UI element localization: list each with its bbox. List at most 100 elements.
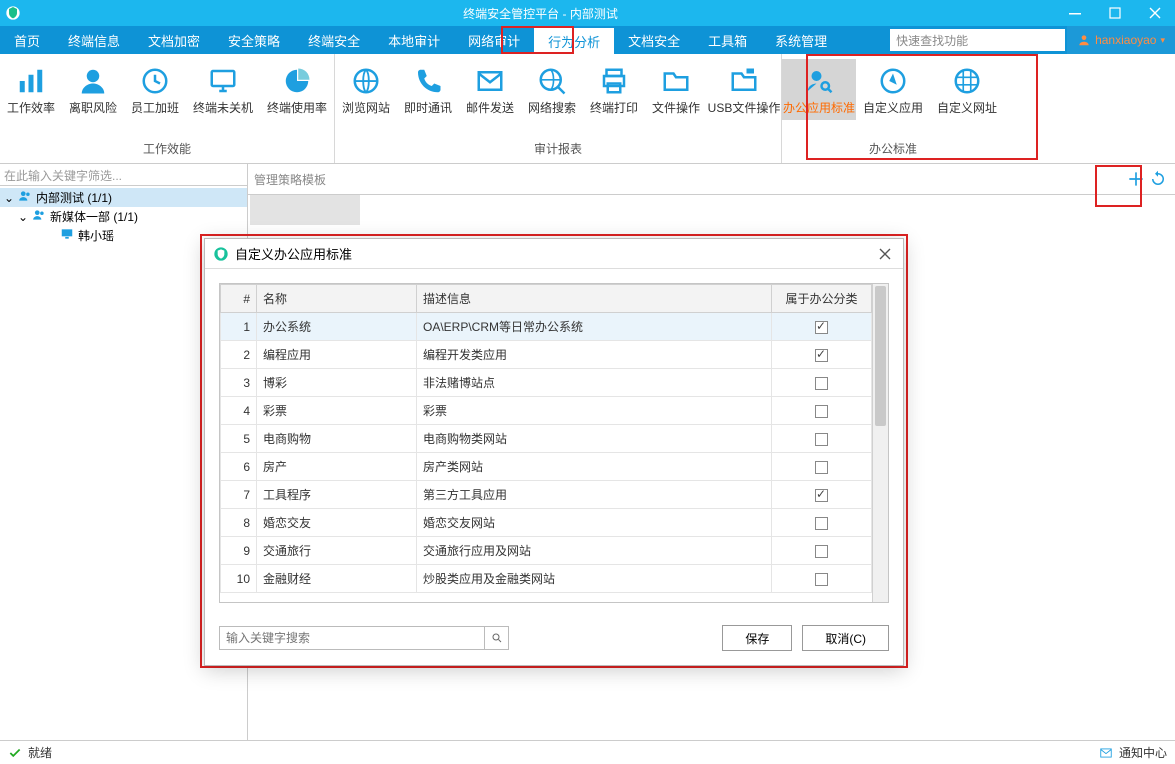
menu-安全策略[interactable]: 安全策略	[214, 26, 294, 54]
ribbon-离职风险[interactable]: 离职风险	[62, 59, 124, 120]
table-row[interactable]: 8婚恋交友婚恋交友网站	[221, 509, 872, 537]
mail-icon	[459, 63, 521, 99]
table-row[interactable]: 3博彩非法赌博站点	[221, 369, 872, 397]
global-search-input[interactable]: 快速查找功能	[890, 29, 1065, 51]
pie-chart-icon	[260, 63, 334, 99]
ribbon-终端打印[interactable]: 终端打印	[583, 59, 645, 120]
menu-工具箱[interactable]: 工具箱	[694, 26, 761, 54]
compass-icon	[856, 63, 930, 99]
folder-icon	[645, 63, 707, 99]
ribbon-办公应用标准[interactable]: 办公应用标准	[782, 59, 856, 120]
search-icon[interactable]	[484, 627, 508, 649]
menu-系统管理[interactable]: 系统管理	[761, 26, 841, 54]
bar-chart-icon	[0, 63, 62, 99]
close-button[interactable]	[1135, 0, 1175, 26]
ribbon: 工作效率离职风险员工加班终端未关机终端使用率工作效能浏览网站即时通讯邮件发送网络…	[0, 54, 1175, 164]
check-icon	[8, 746, 22, 760]
tree-node[interactable]: ⌄新媒体一部 (1/1)	[0, 207, 247, 226]
custom-office-standard-dialog: 自定义办公应用标准 # 名称 描述信息 属于办公分类 1办公系统OA\ERP\C…	[204, 238, 904, 666]
menubar: 首页终端信息文档加密安全策略终端安全本地审计网络审计行为分析文档安全工具箱系统管…	[0, 26, 1175, 54]
window-title: 终端安全管控平台 - 内部测试	[26, 5, 1055, 22]
ribbon-邮件发送[interactable]: 邮件发送	[459, 59, 521, 120]
col-desc[interactable]: 描述信息	[417, 285, 772, 313]
template-block[interactable]	[250, 195, 360, 225]
globe-search-icon	[521, 63, 583, 99]
monitor-icon	[186, 63, 260, 99]
table-row[interactable]: 1办公系统OA\ERP\CRM等日常办公系统	[221, 313, 872, 341]
dialog-search-input[interactable]	[220, 627, 484, 649]
printer-icon	[583, 63, 645, 99]
users-icon	[18, 189, 32, 206]
category-checkbox[interactable]	[815, 545, 828, 558]
maximize-button[interactable]	[1095, 0, 1135, 26]
table-row[interactable]: 2编程应用编程开发类应用	[221, 341, 872, 369]
ribbon-group-label: 工作效能	[0, 136, 334, 163]
category-checkbox[interactable]	[815, 349, 828, 362]
status-bar: 就绪 通知中心	[0, 740, 1175, 764]
minimize-button[interactable]	[1055, 0, 1095, 26]
ribbon-终端未关机[interactable]: 终端未关机	[186, 59, 260, 120]
menu-行为分析[interactable]: 行为分析	[534, 26, 614, 54]
table-row[interactable]: 5电商购物电商购物类网站	[221, 425, 872, 453]
dialog-close-button[interactable]	[875, 244, 895, 264]
table-row[interactable]: 10金融财经炒股类应用及金融类网站	[221, 565, 872, 593]
col-num[interactable]: #	[221, 285, 257, 313]
menu-文档安全[interactable]: 文档安全	[614, 26, 694, 54]
table-scrollbar[interactable]	[872, 284, 888, 602]
menu-本地审计[interactable]: 本地审计	[374, 26, 454, 54]
ribbon-终端使用率[interactable]: 终端使用率	[260, 59, 334, 120]
category-checkbox[interactable]	[815, 461, 828, 474]
ribbon-即时通讯[interactable]: 即时通讯	[397, 59, 459, 120]
col-category[interactable]: 属于办公分类	[772, 285, 872, 313]
app-logo-icon	[0, 5, 26, 21]
category-checkbox[interactable]	[815, 433, 828, 446]
ribbon-自定义网址[interactable]: 自定义网址	[930, 59, 1004, 120]
category-checkbox[interactable]	[815, 321, 828, 334]
col-name[interactable]: 名称	[257, 285, 417, 313]
menu-文档加密[interactable]: 文档加密	[134, 26, 214, 54]
phone-icon	[397, 63, 459, 99]
user-menu[interactable]: hanxiaoyao▾	[1067, 26, 1175, 54]
ribbon-工作效率[interactable]: 工作效率	[0, 59, 62, 120]
user-search-icon	[782, 63, 856, 99]
mail-icon	[1099, 746, 1113, 760]
category-checkbox[interactable]	[815, 377, 828, 390]
ribbon-文件操作[interactable]: 文件操作	[645, 59, 707, 120]
table-row[interactable]: 4彩票彩票	[221, 397, 872, 425]
notify-center[interactable]: 通知中心	[1119, 744, 1167, 761]
table-row[interactable]: 7工具程序第三方工具应用	[221, 481, 872, 509]
menu-首页[interactable]: 首页	[0, 26, 54, 54]
table-row[interactable]: 9交通旅行交通旅行应用及网站	[221, 537, 872, 565]
globe-grid-icon	[930, 63, 1004, 99]
menu-终端安全[interactable]: 终端安全	[294, 26, 374, 54]
ribbon-网络搜索[interactable]: 网络搜索	[521, 59, 583, 120]
ribbon-浏览网站[interactable]: 浏览网站	[335, 59, 397, 120]
dialog-titlebar: 自定义办公应用标准	[205, 239, 903, 269]
ribbon-自定义应用[interactable]: 自定义应用	[856, 59, 930, 120]
tree-node[interactable]: ⌄内部测试 (1/1)	[0, 188, 247, 207]
standards-table: # 名称 描述信息 属于办公分类 1办公系统OA\ERP\CRM等日常办公系统2…	[219, 283, 889, 603]
ribbon-group-label: 办公标准	[782, 136, 1004, 163]
user-icon	[62, 63, 124, 99]
category-checkbox[interactable]	[815, 405, 828, 418]
category-checkbox[interactable]	[815, 573, 828, 586]
clock-icon	[124, 63, 186, 99]
table-row[interactable]: 6房产房产类网站	[221, 453, 872, 481]
monitor-icon	[60, 227, 74, 244]
status-text: 就绪	[28, 744, 52, 761]
menu-终端信息[interactable]: 终端信息	[54, 26, 134, 54]
ribbon-USB文件操作[interactable]: USB文件操作	[707, 59, 781, 120]
refresh-button[interactable]	[1147, 168, 1169, 190]
sidebar-filter-input[interactable]: 在此输入关键字筛选...	[0, 164, 247, 186]
globe-icon	[335, 63, 397, 99]
category-checkbox[interactable]	[815, 489, 828, 502]
menu-网络审计[interactable]: 网络审计	[454, 26, 534, 54]
add-button[interactable]	[1125, 168, 1147, 190]
save-button[interactable]: 保存	[722, 625, 792, 651]
ribbon-员工加班[interactable]: 员工加班	[124, 59, 186, 120]
titlebar: 终端安全管控平台 - 内部测试	[0, 0, 1175, 26]
users-icon	[32, 208, 46, 225]
cancel-button[interactable]: 取消(C)	[802, 625, 889, 651]
main-header: 管理策略模板	[254, 171, 326, 188]
category-checkbox[interactable]	[815, 517, 828, 530]
